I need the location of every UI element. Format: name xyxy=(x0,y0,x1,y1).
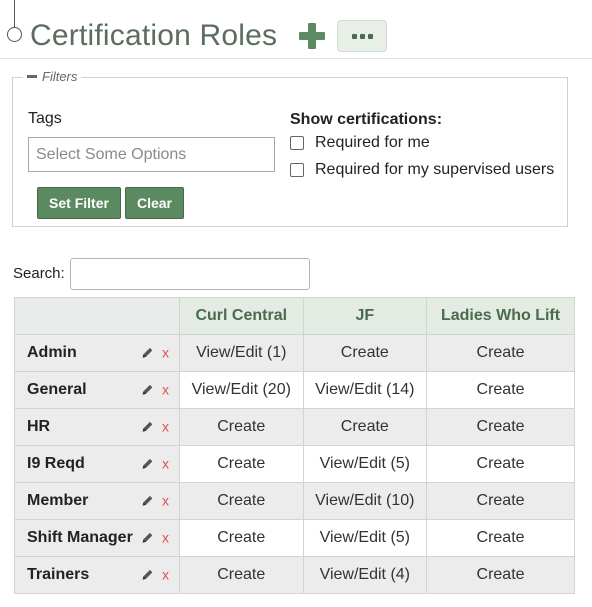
show-certifications-label: Show certifications: xyxy=(290,111,443,128)
filters-panel: Filters Tags Set Filter Clear Show certi… xyxy=(12,69,568,227)
timeline-line xyxy=(14,0,15,28)
pencil-icon[interactable] xyxy=(141,568,154,581)
role-name: General xyxy=(27,381,87,398)
certification-roles-table: Curl Central JF Ladies Who Lift Admin x Vi… xyxy=(14,297,575,594)
required-for-me-option[interactable]: Required for me xyxy=(290,134,430,152)
role-name: I9 Reqd xyxy=(27,455,85,472)
role-name-cell: Trainers x xyxy=(14,556,180,594)
certification-cell-link[interactable]: Create xyxy=(302,408,428,446)
role-name: Admin xyxy=(27,344,77,361)
pencil-icon[interactable] xyxy=(141,420,154,433)
filters-toggle[interactable]: Filters xyxy=(23,69,82,84)
certification-cell-link[interactable]: View/Edit (4) xyxy=(302,556,428,594)
role-name-cell: Shift Manager x xyxy=(14,519,180,557)
certification-cell-link[interactable]: Create xyxy=(426,408,575,446)
row-actions: x xyxy=(141,382,169,396)
role-name-cell: Member x xyxy=(14,482,180,520)
page-title: Certification Roles xyxy=(30,19,278,52)
table-row: General x View/Edit (20) View/Edit (14) Crea… xyxy=(14,371,575,409)
certification-cell-link[interactable]: Create xyxy=(426,519,575,557)
table-row: HR x Create Create Create xyxy=(14,408,575,446)
certification-cell-link[interactable]: Create xyxy=(179,408,304,446)
ellipsis-icon xyxy=(367,33,373,39)
certification-cell-link[interactable]: Create xyxy=(179,482,304,520)
delete-x-icon[interactable]: x xyxy=(162,345,169,359)
table-row: Shift Manager x Create View/Edit (5) Create xyxy=(14,519,575,557)
row-actions: x xyxy=(141,493,169,507)
header-divider xyxy=(0,58,592,59)
certification-cell-link[interactable]: Create xyxy=(426,445,575,483)
page-header: Certification Roles xyxy=(30,16,388,56)
required-for-me-checkbox[interactable] xyxy=(290,136,304,150)
certification-cell-link[interactable]: Create xyxy=(302,334,428,372)
collapse-minus-icon xyxy=(27,75,37,78)
timeline-dot-icon xyxy=(7,27,22,42)
row-actions: x xyxy=(141,567,169,581)
delete-x-icon[interactable]: x xyxy=(162,382,169,396)
certification-cell-link[interactable]: View/Edit (14) xyxy=(302,371,428,409)
required-supervised-option[interactable]: Required for my supervised users xyxy=(290,161,554,179)
certification-cell-link[interactable]: Create xyxy=(426,482,575,520)
row-actions: x xyxy=(141,419,169,433)
certification-cell-link[interactable]: Create xyxy=(426,371,575,409)
ellipsis-icon xyxy=(351,33,357,39)
certification-cell-link[interactable]: Create xyxy=(179,445,304,483)
certification-cell-link[interactable]: View/Edit (10) xyxy=(302,482,428,520)
more-options-button[interactable] xyxy=(337,20,388,52)
delete-x-icon[interactable]: x xyxy=(162,493,169,507)
role-name: Shift Manager xyxy=(27,529,133,546)
certification-cell-link[interactable]: Create xyxy=(426,556,575,594)
search-label: Search: xyxy=(13,265,65,282)
table-row: I9 Reqd x Create View/Edit (5) Create xyxy=(14,445,575,483)
pencil-icon[interactable] xyxy=(141,494,154,507)
certification-cell-link[interactable]: View/Edit (5) xyxy=(302,519,428,557)
table-row: Trainers x Create View/Edit (4) Create xyxy=(14,556,575,594)
pencil-icon[interactable] xyxy=(141,531,154,544)
certification-cell-link[interactable]: Create xyxy=(179,556,304,594)
clear-filter-button[interactable]: Clear xyxy=(125,187,184,219)
table-corner-header xyxy=(14,297,180,335)
certification-cell-link[interactable]: View/Edit (5) xyxy=(302,445,428,483)
column-header[interactable]: Ladies Who Lift xyxy=(426,297,575,335)
add-role-button[interactable] xyxy=(299,23,326,49)
role-name: HR xyxy=(27,418,51,435)
delete-x-icon[interactable]: x xyxy=(162,419,169,433)
set-filter-button[interactable]: Set Filter xyxy=(37,187,121,219)
row-actions: x xyxy=(141,530,169,544)
pencil-icon[interactable] xyxy=(141,457,154,470)
search-input[interactable] xyxy=(70,258,310,290)
role-name: Member xyxy=(27,492,89,509)
role-name-cell: General x xyxy=(14,371,180,409)
certification-cell-link[interactable]: Create xyxy=(426,334,575,372)
certification-cell-link[interactable]: Create xyxy=(179,519,304,557)
column-header[interactable]: Curl Central xyxy=(179,297,304,335)
pencil-icon[interactable] xyxy=(141,383,154,396)
table-row: Member x Create View/Edit (10) Create xyxy=(14,482,575,520)
role-name-cell: I9 Reqd x xyxy=(14,445,180,483)
required-for-me-label: Required for me xyxy=(315,134,430,151)
filters-legend-label: Filters xyxy=(42,69,78,84)
certification-cell-link[interactable]: View/Edit (20) xyxy=(179,371,304,409)
tags-label: Tags xyxy=(28,110,62,127)
role-name: Trainers xyxy=(27,566,90,583)
table-header-row: Curl Central JF Ladies Who Lift xyxy=(14,297,575,335)
role-name-cell: Admin x xyxy=(14,334,180,372)
required-supervised-label: Required for my supervised users xyxy=(315,161,555,178)
table-row: Admin x View/Edit (1) Create Create xyxy=(14,334,575,372)
column-header[interactable]: JF xyxy=(302,297,428,335)
delete-x-icon[interactable]: x xyxy=(162,567,169,581)
role-name-cell: HR x xyxy=(14,408,180,446)
pencil-icon[interactable] xyxy=(141,346,154,359)
delete-x-icon[interactable]: x xyxy=(162,530,169,544)
tags-multiselect-input[interactable] xyxy=(28,137,275,172)
delete-x-icon[interactable]: x xyxy=(162,456,169,470)
ellipsis-icon xyxy=(359,33,365,39)
row-actions: x xyxy=(141,345,169,359)
certification-cell-link[interactable]: View/Edit (1) xyxy=(179,334,304,372)
row-actions: x xyxy=(141,456,169,470)
required-supervised-checkbox[interactable] xyxy=(290,163,304,177)
